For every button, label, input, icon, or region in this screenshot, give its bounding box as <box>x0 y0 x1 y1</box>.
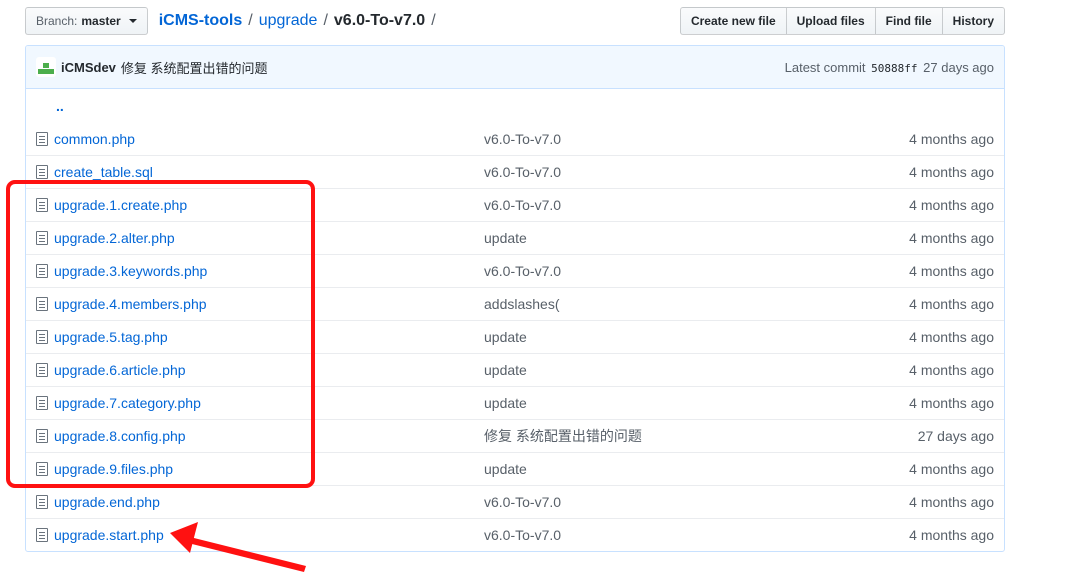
breadcrumb: iCMS-tools / upgrade / v6.0-To-v7.0 / <box>159 12 442 30</box>
table-row: upgrade.8.config.php 修复 系统配置出错的问题 27 days … <box>26 419 1004 452</box>
commit-message-link[interactable]: update <box>484 362 527 378</box>
table-row: upgrade.9.files.php update 4 months ago <box>26 452 1004 485</box>
file-name-link[interactable]: upgrade.1.create.php <box>54 197 187 213</box>
file-navigation: Branch: master iCMS-tools / upgrade / v6… <box>25 7 1005 35</box>
table-row: upgrade.4.members.php addslashes( 4 months… <box>26 287 1004 320</box>
breadcrumb-separator: / <box>323 12 328 29</box>
commit-message-link[interactable]: 修复 系统配置出错的问题 <box>121 58 268 77</box>
file-age: 4 months ago <box>909 230 994 246</box>
file-name-link[interactable]: upgrade.end.php <box>54 494 160 510</box>
table-row: upgrade.1.create.php v6.0-To-v7.0 4 months… <box>26 188 1004 221</box>
table-row: upgrade.7.category.php update 4 months ago <box>26 386 1004 419</box>
file-icon <box>36 330 48 344</box>
parent-directory-row: .. <box>26 89 1004 122</box>
file-age: 4 months ago <box>909 130 994 147</box>
file-age: 4 months ago <box>909 527 994 543</box>
commit-message-link[interactable]: v6.0-To-v7.0 <box>484 494 561 510</box>
commit-message-link[interactable]: v6.0-To-v7.0 <box>484 131 561 147</box>
breadcrumb-current: v6.0-To-v7.0 <box>333 12 426 29</box>
file-icon <box>36 264 48 278</box>
file-age: 4 months ago <box>909 494 994 510</box>
file-icon <box>36 396 48 410</box>
breadcrumb-repo-link[interactable]: iCMS-tools <box>159 12 243 30</box>
table-row: upgrade.start.php v6.0-To-v7.0 4 months ag… <box>26 518 1004 551</box>
commit-message-link[interactable]: v6.0-To-v7.0 <box>484 197 561 213</box>
branch-name: master <box>81 14 121 28</box>
table-row: common.php v6.0-To-v7.0 4 months ago <box>26 122 1004 155</box>
file-list: iCMSdev 修复 系统配置出错的问题 Latest commit 50888… <box>25 45 1005 552</box>
commit-message-link[interactable]: v6.0-To-v7.0 <box>484 527 561 543</box>
latest-commit-info: Latest commit 50888ff 27 days ago <box>785 60 994 75</box>
commit-message-link[interactable]: v6.0-To-v7.0 <box>484 164 561 180</box>
history-button[interactable]: History <box>941 7 1005 35</box>
file-icon <box>36 363 48 377</box>
file-name-link[interactable]: upgrade.5.tag.php <box>54 329 168 345</box>
breadcrumb-separator: / <box>248 12 253 29</box>
file-name-link[interactable]: upgrade.7.category.php <box>54 395 201 411</box>
commit-sha-link[interactable]: 50888ff <box>871 62 917 75</box>
commit-message-link[interactable]: v6.0-To-v7.0 <box>484 263 561 279</box>
file-icon <box>36 198 48 212</box>
file-age: 4 months ago <box>909 362 994 378</box>
file-age: 4 months ago <box>909 296 994 312</box>
file-icon <box>36 462 48 476</box>
file-name-link[interactable]: upgrade.2.alter.php <box>54 230 175 246</box>
table-row: upgrade.2.alter.php update 4 months ago <box>26 221 1004 254</box>
file-name-link[interactable]: upgrade.4.members.php <box>54 296 207 312</box>
upload-files-button[interactable]: Upload files <box>785 7 876 35</box>
breadcrumb-upgrade-link[interactable]: upgrade <box>259 12 318 30</box>
file-icon <box>36 165 48 179</box>
file-actions: Create new file Upload files Find file H… <box>679 7 1005 35</box>
avatar[interactable] <box>36 57 56 77</box>
file-rows: common.php v6.0-To-v7.0 4 months ago create… <box>26 122 1004 551</box>
file-icon <box>36 131 48 146</box>
file-icon <box>36 231 48 245</box>
file-name-link[interactable]: upgrade.3.keywords.php <box>54 263 207 279</box>
file-icon <box>36 528 48 542</box>
caret-down-icon <box>128 19 137 23</box>
file-icon <box>36 429 48 443</box>
table-row: upgrade.end.php v6.0-To-v7.0 4 months ago <box>26 485 1004 518</box>
table-row: upgrade.3.keywords.php v6.0-To-v7.0 4 mont… <box>26 254 1004 287</box>
file-name-link[interactable]: upgrade.6.article.php <box>54 362 186 378</box>
parent-directory-link[interactable]: .. <box>56 98 64 114</box>
file-name-link[interactable]: common.php <box>54 131 135 147</box>
breadcrumb-separator: / <box>431 12 436 29</box>
file-name-link[interactable]: upgrade.9.files.php <box>54 461 173 477</box>
file-name-link[interactable]: upgrade.start.php <box>54 527 164 543</box>
branch-prefix: Branch: <box>36 14 78 28</box>
commit-message-link[interactable]: update <box>484 329 527 345</box>
file-name-link[interactable]: upgrade.8.config.php <box>54 428 186 444</box>
commit-message-link[interactable]: update <box>484 461 527 477</box>
file-age: 4 months ago <box>909 164 994 180</box>
commit-message-link[interactable]: update <box>484 230 527 246</box>
commit-message-link[interactable]: update <box>484 395 527 411</box>
find-file-button[interactable]: Find file <box>874 7 943 35</box>
table-row: upgrade.6.article.php update 4 months ago <box>26 353 1004 386</box>
latest-commit-label: Latest commit <box>784 59 866 75</box>
file-age: 4 months ago <box>909 329 994 345</box>
file-icon <box>36 495 48 509</box>
latest-commit-bar: iCMSdev 修复 系统配置出错的问题 Latest commit 50888… <box>26 46 1004 89</box>
file-age: 4 months ago <box>909 395 994 411</box>
file-age: 4 months ago <box>909 263 994 279</box>
commit-age: 27 days ago <box>923 59 994 75</box>
file-icon <box>36 297 48 311</box>
create-new-file-button[interactable]: Create new file <box>679 7 787 35</box>
file-name-link[interactable]: create_table.sql <box>54 164 153 180</box>
commit-author-link[interactable]: iCMSdev <box>61 60 116 75</box>
table-row: upgrade.5.tag.php update 4 months ago <box>26 320 1004 353</box>
file-age: 4 months ago <box>909 461 994 477</box>
commit-message-link[interactable]: addslashes( <box>484 296 560 312</box>
file-age: 27 days ago <box>917 428 994 444</box>
commit-message-link[interactable]: 修复 系统配置出错的问题 <box>484 428 642 444</box>
branch-select-button[interactable]: Branch: master <box>25 7 148 35</box>
file-age: 4 months ago <box>909 197 994 213</box>
table-row: create_table.sql v6.0-To-v7.0 4 months ago <box>26 155 1004 188</box>
